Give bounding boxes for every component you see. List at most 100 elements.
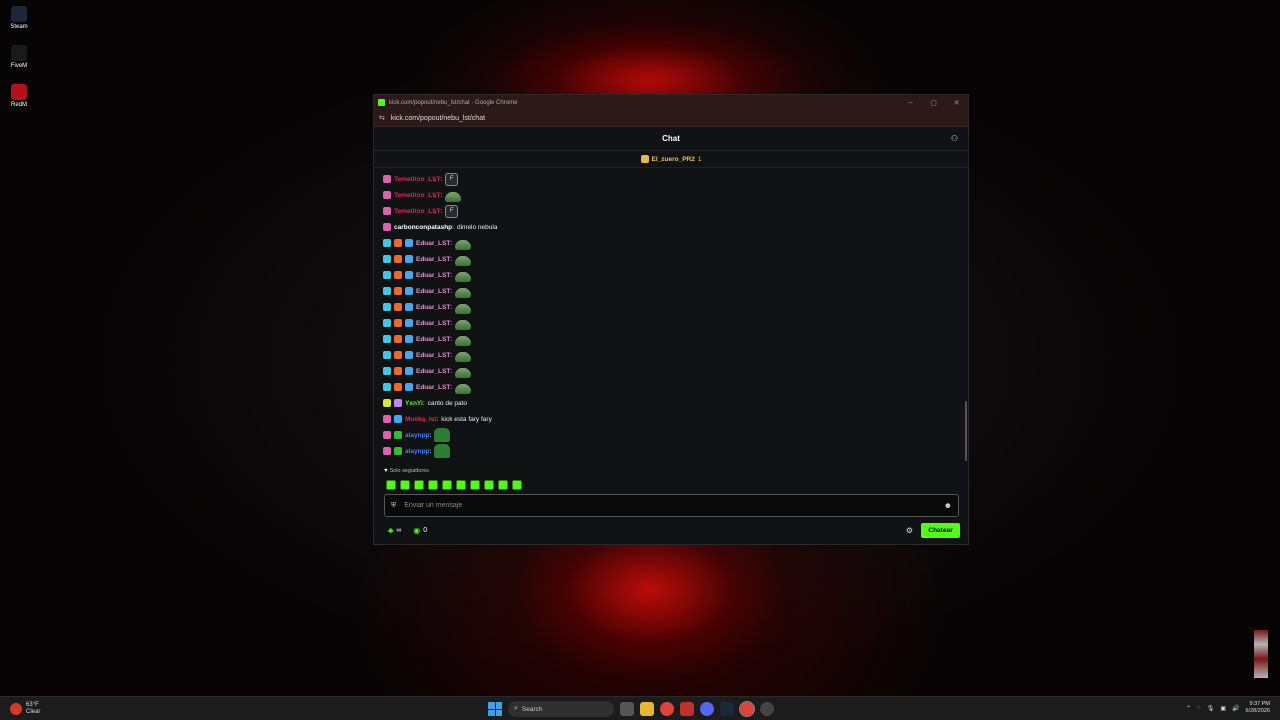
desktop-icon-redm[interactable]: RedM [6, 84, 32, 108]
frog-emote-icon[interactable] [455, 304, 472, 314]
f-emote-icon[interactable]: F [445, 204, 459, 218]
fox-badge-icon[interactable] [394, 255, 402, 263]
chat-users-icon[interactable]: ⚇ [951, 134, 958, 143]
chat-message[interactable]: Eduar_LST: [383, 267, 958, 283]
url-text[interactable]: kick.com/popout/nebu_lst/chat [391, 115, 485, 122]
quick-emote-icon[interactable] [512, 480, 522, 490]
display-icon[interactable]: ▣ [1220, 705, 1226, 712]
chat-message[interactable]: Eduar_LST: [383, 363, 958, 379]
chat-message[interactable]: Temetitoo_LST: [383, 187, 958, 203]
quick-emote-icon[interactable] [484, 480, 494, 490]
chat-username[interactable]: carbonconpatashp [394, 224, 452, 231]
sub-badge-icon[interactable] [383, 175, 391, 183]
frog-emote-icon[interactable] [455, 336, 472, 346]
chat-username[interactable]: alaynpp [405, 432, 430, 439]
chrome-icon[interactable] [660, 702, 674, 716]
chat-username[interactable]: Eduar_LST [416, 256, 450, 263]
emoji-picker-icon[interactable]: ☻ [944, 501, 952, 510]
chat-message[interactable]: Eduar_LST: [383, 331, 958, 347]
site-settings-icon[interactable]: ⇆ [379, 114, 385, 122]
calendar-app-icon[interactable] [680, 702, 694, 716]
mod-badge-icon[interactable] [383, 351, 391, 359]
shield-icon[interactable]: ⛨ [391, 502, 396, 510]
chat-message[interactable]: alaynpp: [383, 443, 958, 459]
mod-badge-icon[interactable] [383, 303, 391, 311]
chrome-active-icon[interactable] [739, 701, 755, 717]
fox-badge-icon[interactable] [394, 287, 402, 295]
frog-emote-icon[interactable] [455, 384, 472, 394]
quick-emote-icon[interactable] [442, 480, 452, 490]
frog-emote-icon[interactable] [455, 352, 472, 362]
vip-badge-icon[interactable] [405, 351, 413, 359]
message-input-box[interactable]: ⛨ ☻ [384, 494, 959, 517]
pinned-gift-banner[interactable]: El_zuero_PR2 1 [374, 151, 968, 168]
start-button[interactable] [488, 702, 502, 716]
volume-icon[interactable]: 🔊 [1232, 705, 1239, 712]
fox-badge-icon[interactable] [394, 367, 402, 375]
chat-message[interactable]: Eduar_LST: [383, 299, 958, 315]
fox-badge-icon[interactable] [394, 303, 402, 311]
desktop-icon-steam[interactable]: Steam [6, 6, 32, 30]
channel-points[interactable]: ♣ ∞ [388, 526, 401, 535]
frog-emote-icon[interactable] [455, 288, 472, 298]
frog-emote-icon[interactable] [455, 368, 472, 378]
kicks-balance[interactable]: ◉ 0 [413, 526, 427, 535]
vip-badge-icon[interactable] [405, 383, 413, 391]
maximize-button[interactable]: ▢ [922, 99, 945, 107]
mod-badge-icon[interactable] [383, 367, 391, 375]
chat-message[interactable]: YxnYi: canto de pato [383, 395, 958, 411]
sub-badge-icon[interactable] [383, 191, 391, 199]
og-badge-icon[interactable] [383, 399, 391, 407]
vip-badge-icon[interactable] [405, 255, 413, 263]
green-badge-icon[interactable] [394, 447, 402, 455]
steam-icon[interactable] [720, 702, 734, 716]
sub-badge-icon[interactable] [383, 207, 391, 215]
network-icon[interactable]: ◌ [1197, 705, 1201, 711]
frog-emote-icon[interactable] [455, 256, 472, 266]
taskbar-search[interactable]: ⌕ Search [508, 701, 614, 717]
mod-badge-icon[interactable] [383, 335, 391, 343]
chat-message[interactable]: Temetitoo_LST: F [383, 203, 958, 219]
send-chat-button[interactable]: Chatear [921, 522, 960, 538]
quick-emote-icon[interactable] [470, 480, 480, 490]
mod-badge-icon[interactable] [383, 287, 391, 295]
green-badge-icon[interactable] [394, 431, 402, 439]
chat-username[interactable]: Eduar_LST [416, 384, 450, 391]
chat-message[interactable]: Eduar_LST: [383, 235, 958, 251]
sub-badge-icon[interactable] [383, 223, 391, 231]
quick-emote-icon[interactable] [498, 480, 508, 490]
mod-badge-icon[interactable] [383, 383, 391, 391]
chat-username[interactable]: Eduar_LST [416, 240, 450, 247]
mod-badge-icon[interactable] [383, 239, 391, 247]
gift-badge-icon[interactable] [394, 399, 402, 407]
frog-emote-icon[interactable] [445, 192, 462, 202]
chat-message[interactable]: Eduar_LST: [383, 283, 958, 299]
chat-message[interactable]: Eduar_LST: [383, 379, 958, 395]
chat-message[interactable]: Temetitoo_LST: F [383, 171, 958, 187]
chat-message[interactable]: Eduar_LST: [383, 315, 958, 331]
frog-emote-icon[interactable] [455, 272, 472, 282]
vip-badge-icon[interactable] [405, 287, 413, 295]
pepe-emote-icon[interactable] [434, 428, 451, 442]
fox-badge-icon[interactable] [394, 351, 402, 359]
chat-username[interactable]: Eduar_LST [416, 368, 450, 375]
chat-username[interactable]: Temetitoo_LST [394, 176, 440, 183]
vip-badge-icon[interactable] [405, 303, 413, 311]
fox-badge-icon[interactable] [394, 239, 402, 247]
chat-message[interactable]: Eduar_LST: [383, 347, 958, 363]
vip-badge-icon[interactable] [405, 319, 413, 327]
task-view-icon[interactable] [620, 702, 634, 716]
quick-emote-icon[interactable] [414, 480, 424, 490]
chat-username[interactable]: YxnYi [405, 400, 423, 407]
quick-emote-icon[interactable] [400, 480, 410, 490]
pepe-emote-icon[interactable] [434, 444, 451, 458]
sub-badge-icon[interactable] [383, 415, 391, 423]
chat-username[interactable]: alaynpp [405, 448, 430, 455]
chat-username[interactable]: Temetitoo_LST [394, 208, 440, 215]
chat-username[interactable]: Temetitoo_LST [394, 192, 440, 199]
chat-username[interactable]: Eduar_LST [416, 288, 450, 295]
f-emote-icon[interactable]: F [445, 172, 459, 186]
discord-icon[interactable] [700, 702, 714, 716]
minimize-button[interactable]: – [899, 99, 922, 106]
chat-settings-icon[interactable]: ⚙ [906, 526, 913, 535]
